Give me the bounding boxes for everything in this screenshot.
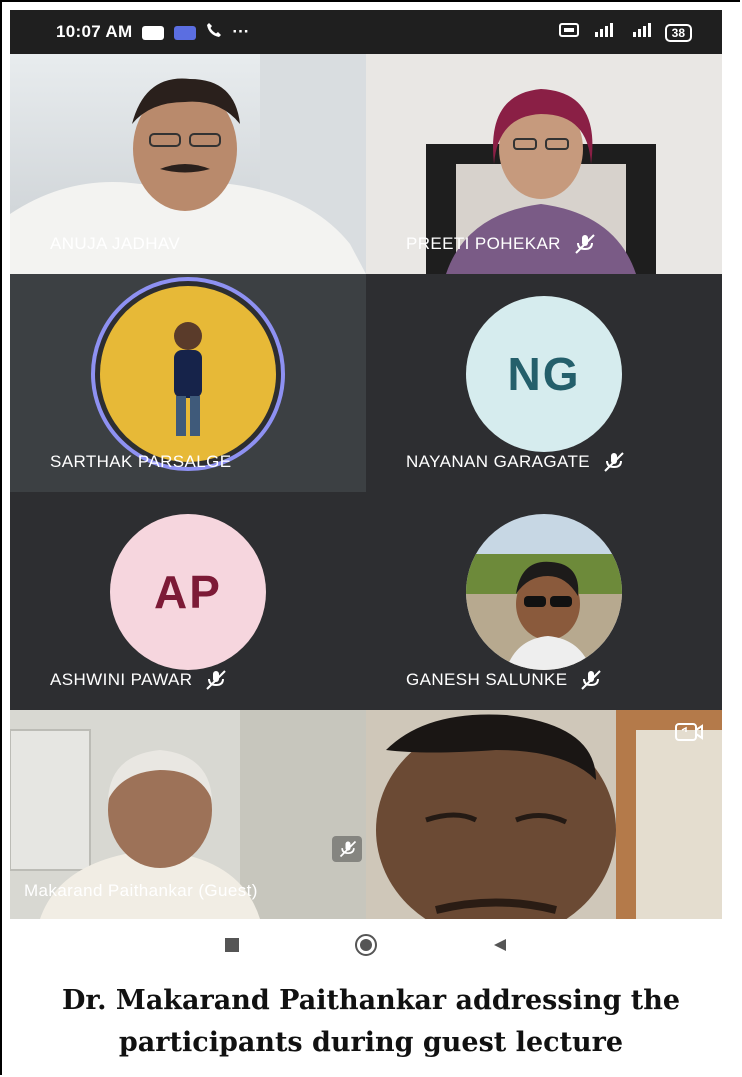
recents-button[interactable] [220,933,244,957]
volte-icon [558,22,579,43]
avatar-photo [466,514,622,671]
participant-name: ASHWINI PAWAR [50,670,228,690]
participant-name: PREETI POHEKAR [406,234,597,254]
switch-camera-icon [675,723,703,741]
participant-name: ANUJA JADHAV [50,234,181,253]
participant-name: Makarand Paithankar (Guest) [24,881,258,900]
mic-off-icon [581,670,602,690]
square-icon [225,937,239,952]
participant-name: SARTHAK PARSALGE [50,452,232,471]
android-nav-bar [10,919,722,970]
status-bar: 10:07 AM ··· 38 [10,10,722,54]
avatar-photo [100,286,276,463]
status-right-icons: 38 [558,22,692,43]
mic-off-icon [575,234,595,254]
participant-name: NAYANAN GARAGATE [406,452,626,472]
video-feed-self [366,710,722,919]
avatar-ring [91,277,285,472]
meeting-screen: 10:07 AM ··· 38 ANUJA JADHAV PREETI POHE… [10,10,722,970]
signal-icon [627,22,655,43]
self-video-tile[interactable] [366,710,722,919]
back-button[interactable] [488,933,512,957]
caption-line-1: Dr. Makarand Paithankar addressing the [61,985,681,1016]
caption-line-2: participants during guest lecture [118,1027,624,1058]
teams-notification-icon [174,26,197,40]
participant-tile-makarand[interactable]: Makarand Paithankar (Guest) [10,710,366,919]
participant-tile-anuja[interactable]: ANUJA JADHAV [10,54,366,274]
participant-tile-sarthak[interactable]: SARTHAK PARSALGE [10,274,366,492]
participant-grid: ANUJA JADHAV PREETI POHEKAR SARTHAK PARS… [10,54,722,919]
triangle-back-icon [494,938,506,951]
more-notifications-icon: ··· [232,22,250,41]
mic-off-icon [604,452,624,472]
status-time: 10:07 AM [56,22,133,41]
switch-camera-button[interactable] [674,720,704,746]
participant-name: GANESH SALUNKE [406,670,603,690]
participant-tile-ganesh[interactable]: GANESH SALUNKE [366,492,722,710]
participant-tile-nayanan[interactable]: NG NAYANAN GARAGATE [366,274,722,492]
battery-icon: 38 [664,23,692,42]
participant-tile-ashwini[interactable]: AP ASHWINI PAWAR [10,492,366,710]
participant-tile-preeti[interactable]: PREETI POHEKAR [366,54,722,274]
signal-4g-icon [589,22,617,43]
mic-off-icon [339,840,357,858]
phone-call-icon [206,22,222,43]
mic-off-icon [206,670,227,690]
youtube-notification-icon [142,26,165,40]
photo-caption: Dr. Makarand Paithankar addressing the p… [0,980,742,1064]
home-button[interactable] [354,933,378,957]
circle-icon [355,933,377,956]
initials-avatar: NG [466,296,622,453]
initials-avatar: AP [110,514,266,671]
